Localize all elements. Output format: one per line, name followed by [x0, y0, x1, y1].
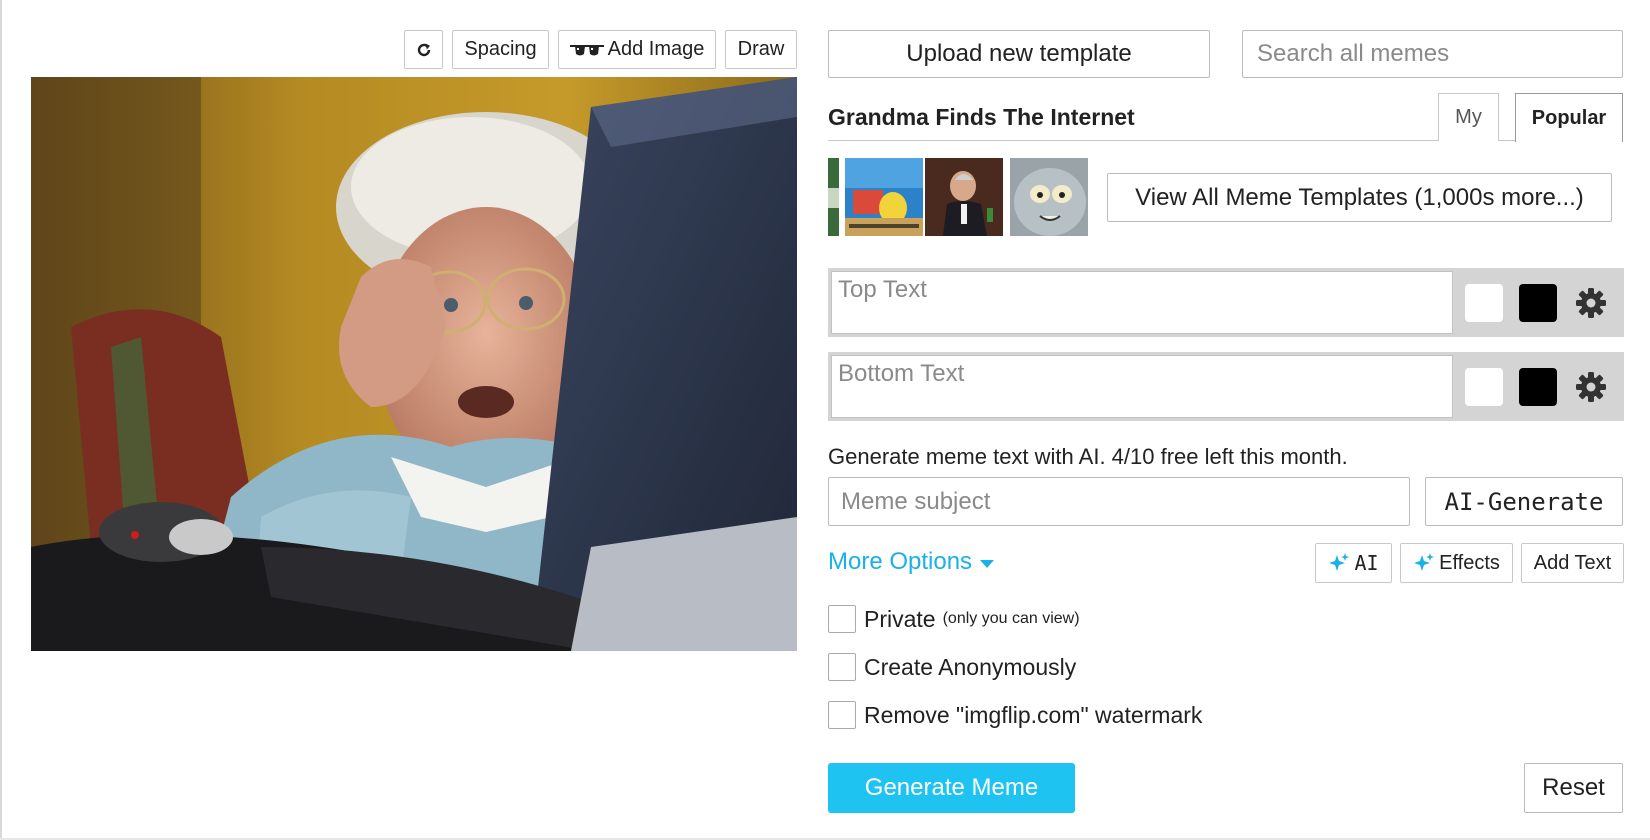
watermark-option: Remove "imgflip.com" watermark — [828, 701, 1202, 729]
top-fill-color-swatch[interactable] — [1519, 284, 1557, 322]
template-title: Grandma Finds The Internet — [828, 104, 1135, 130]
template-thumbnail-partial[interactable] — [828, 158, 839, 236]
anonymous-option: Create Anonymously — [828, 653, 1076, 681]
generate-meme-button[interactable]: Generate Meme — [828, 763, 1075, 813]
rotate-button[interactable] — [404, 30, 443, 69]
add-text-button[interactable]: Add Text — [1521, 543, 1624, 583]
top-text-input[interactable] — [831, 271, 1453, 334]
upload-template-button[interactable]: Upload new template — [828, 30, 1210, 78]
tabs-divider — [828, 140, 1623, 141]
private-checkbox[interactable] — [828, 605, 856, 633]
private-label: Private — [864, 605, 936, 632]
ai-button[interactable]: AI — [1315, 543, 1392, 583]
more-options-label: More Options — [828, 548, 973, 575]
template-thumbnail-spongebob[interactable] — [845, 158, 923, 236]
view-all-templates-button[interactable]: View All Meme Templates (1,000s more...) — [1107, 173, 1612, 222]
meme-canvas-image[interactable] — [31, 77, 797, 651]
ai-generate-button[interactable]: AI-Generate — [1425, 477, 1623, 526]
ai-quota-note: Generate meme text with AI. 4/10 free le… — [828, 444, 1348, 469]
draw-button[interactable]: Draw — [725, 30, 797, 69]
tab-popular[interactable]: Popular — [1515, 93, 1623, 142]
anonymous-checkbox[interactable] — [828, 653, 856, 681]
remove-watermark-checkbox[interactable] — [828, 701, 856, 729]
sparkle-icon — [1329, 553, 1350, 571]
search-memes-input[interactable] — [1242, 30, 1623, 78]
top-text-row — [828, 268, 1624, 337]
template-thumbnail-unsettled-tom[interactable] — [1010, 158, 1088, 236]
ai-button-label: AI — [1354, 551, 1379, 575]
reset-button[interactable]: Reset — [1524, 763, 1623, 813]
top-outline-color-swatch[interactable] — [1465, 284, 1503, 322]
tab-my[interactable]: My — [1438, 93, 1499, 141]
rotate-icon — [417, 43, 430, 56]
anonymous-label: Create Anonymously — [864, 653, 1077, 680]
caret-down-icon — [980, 560, 995, 568]
gear-icon[interactable] — [1573, 285, 1609, 321]
bottom-text-row — [828, 352, 1624, 421]
spacing-button[interactable]: Spacing — [452, 30, 549, 69]
bottom-fill-color-swatch[interactable] — [1519, 368, 1557, 406]
bottom-outline-color-swatch[interactable] — [1465, 368, 1503, 406]
effects-button[interactable]: Effects — [1400, 543, 1513, 583]
add-image-label: Add Image — [607, 38, 705, 60]
private-sublabel: (only you can view) — [942, 610, 1080, 627]
sunglasses-icon — [569, 44, 604, 55]
template-thumbnail-interesting-man[interactable] — [925, 158, 1003, 236]
add-image-button[interactable]: Add Image — [558, 30, 716, 69]
watermark-label: Remove "imgflip.com" watermark — [864, 701, 1203, 728]
effects-button-label: Effects — [1439, 551, 1500, 574]
page-left-border — [0, 0, 2, 840]
private-option: Private (only you can view) — [828, 605, 1080, 633]
sparkle-icon — [1414, 553, 1435, 571]
bottom-text-input[interactable] — [831, 355, 1453, 418]
meme-subject-input[interactable] — [828, 477, 1410, 526]
more-options-link[interactable]: More Options — [828, 548, 995, 576]
gear-icon[interactable] — [1573, 369, 1609, 405]
